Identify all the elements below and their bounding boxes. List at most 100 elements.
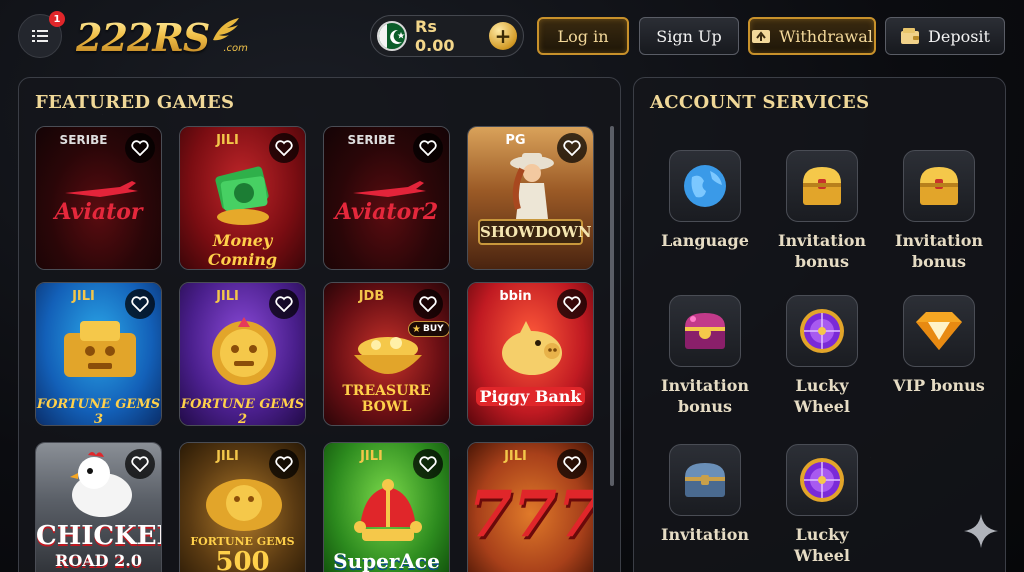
- service-lucky-wheel[interactable]: Lucky Wheel: [772, 444, 872, 566]
- service-label: Language: [661, 231, 749, 250]
- login-button[interactable]: Log in: [537, 17, 629, 55]
- service-label: Invitation bonus: [894, 231, 984, 271]
- globe-icon: [684, 165, 726, 207]
- favorite-button[interactable]: [413, 133, 443, 163]
- service-invitation-bonus[interactable]: Invitation bonus: [772, 150, 872, 272]
- top-bar: 1 222RS .com Rs 0.00 + Log in Sign Up Wi…: [0, 0, 1024, 72]
- deposit-label: Deposit: [928, 26, 990, 46]
- service-tile: [903, 150, 975, 222]
- signup-label: Sign Up: [656, 26, 722, 46]
- heart-icon: [563, 140, 581, 156]
- gift-chest-icon: [685, 313, 725, 349]
- game-card-fortune-gems-500[interactable]: JILI FORTUNE GEMS 500: [179, 442, 306, 572]
- wing-logo-icon: [213, 18, 240, 41]
- favorite-button[interactable]: [557, 449, 587, 479]
- star-icon: ★: [412, 323, 421, 335]
- heart-icon: [419, 456, 437, 472]
- notification-badge: 1: [49, 11, 65, 27]
- game-card-aviator2[interactable]: SERIBE Aviator2: [323, 126, 450, 270]
- deposit-button[interactable]: Deposit: [885, 17, 1005, 55]
- signup-button[interactable]: Sign Up: [639, 17, 739, 55]
- menu-button[interactable]: 1: [18, 11, 65, 58]
- favorite-button[interactable]: [413, 449, 443, 479]
- chest-icon: [685, 463, 725, 497]
- treasure-chest-icon: [920, 167, 958, 205]
- logo-text: 222RS: [76, 15, 210, 60]
- game-title: Money Coming: [207, 231, 278, 269]
- favorite-button[interactable]: [413, 289, 443, 319]
- game-card-piggy-bank[interactable]: bbin Piggy Bank: [467, 282, 594, 426]
- withdrawal-button[interactable]: Withdrawal: [748, 17, 876, 55]
- golden-idol-icon: [212, 317, 276, 385]
- piggy-icon: [502, 321, 562, 375]
- heart-icon: [131, 456, 149, 472]
- treasure-bowl-icon: [354, 337, 422, 374]
- game-title: SHOWDOWN: [478, 219, 592, 245]
- service-tile: [786, 444, 858, 516]
- favorite-button[interactable]: [269, 289, 299, 319]
- jester-hat-icon: [354, 479, 422, 541]
- pakistan-flag-icon: [377, 21, 407, 51]
- game-title: SuperAce: [333, 549, 440, 572]
- service-invitation-bonus[interactable]: Invitation bonus: [889, 150, 989, 272]
- balance-amount: Rs 0.00: [415, 17, 455, 55]
- service-label: Lucky Wheel: [793, 525, 851, 565]
- game-title: Piggy Bank: [476, 387, 585, 406]
- service-tile: [669, 444, 741, 516]
- game-card-chicken-road[interactable]: CHICKEN ROAD 2.0: [35, 442, 162, 572]
- favorite-button[interactable]: [269, 449, 299, 479]
- heart-icon: [131, 140, 149, 156]
- golden-idol-icon: [206, 479, 282, 531]
- favorite-button[interactable]: [557, 133, 587, 163]
- featured-games-title: FEATURED GAMES: [35, 92, 235, 113]
- favorite-button[interactable]: [557, 289, 587, 319]
- game-card-aviator[interactable]: SERIBE Aviator: [35, 126, 162, 270]
- treasure-chest-icon: [803, 167, 841, 205]
- game-subtitle: 500: [215, 547, 270, 572]
- service-label: Invitation bonus: [777, 231, 867, 271]
- games-scrollbar[interactable]: [610, 126, 614, 486]
- game-card-treasure-bowl[interactable]: JDB ★ BUY TREASURE BOWL: [323, 282, 450, 426]
- service-tile: [669, 150, 741, 222]
- wallet-icon: [901, 28, 920, 44]
- game-card-showdown[interactable]: PG SHOWDOWN: [467, 126, 594, 270]
- game-title: FORTUNE GEMS 3: [36, 397, 161, 426]
- plus-icon: +: [494, 24, 512, 48]
- logo-domain: .com: [223, 43, 248, 54]
- golden-idol-icon: [64, 321, 136, 377]
- hamburger-menu-icon: [32, 30, 48, 42]
- service-invitation[interactable]: Invitation: [655, 444, 755, 545]
- favorite-button[interactable]: [125, 133, 155, 163]
- favorite-button[interactable]: [269, 133, 299, 163]
- favorite-button[interactable]: [125, 289, 155, 319]
- game-title: CHICKEN: [36, 521, 161, 551]
- featured-games-panel: FEATURED GAMES SERIBE Aviator JILI Money: [18, 77, 621, 572]
- withdrawal-icon: [752, 30, 771, 43]
- game-card-money-coming[interactable]: JILI Money Coming: [179, 126, 306, 270]
- service-label: Lucky Wheel: [793, 376, 851, 416]
- service-label: Invitation bonus: [660, 376, 750, 416]
- service-invitation-bonus[interactable]: Invitation bonus: [655, 295, 755, 417]
- game-card-fortune-gems-3[interactable]: JILI FORTUNE GEMS 3: [35, 282, 162, 426]
- service-vip-bonus[interactable]: VIP bonus: [889, 295, 989, 396]
- cowgirl-icon: [510, 153, 554, 219]
- site-logo[interactable]: 222RS .com: [76, 10, 248, 60]
- service-lucky-wheel[interactable]: Lucky Wheel: [772, 295, 872, 417]
- wheel-icon: [800, 458, 844, 502]
- game-title: FORTUNE GEMS 2: [180, 397, 305, 426]
- service-tile: [669, 295, 741, 367]
- sparkle-icon: [964, 514, 998, 548]
- heart-icon: [275, 456, 293, 472]
- account-services-title: ACCOUNT SERVICES: [650, 92, 870, 113]
- game-subtitle: ROAD 2.0: [55, 551, 142, 570]
- service-language[interactable]: Language: [655, 150, 755, 251]
- game-card-superace[interactable]: JILI SuperAce: [323, 442, 450, 572]
- heart-icon: [131, 296, 149, 312]
- heart-icon: [275, 296, 293, 312]
- favorite-button[interactable]: [125, 449, 155, 479]
- add-funds-button[interactable]: +: [489, 22, 517, 50]
- game-card-fortune-gems-2[interactable]: JILI FORTUNE GEMS 2: [179, 282, 306, 426]
- game-title: Aviator: [54, 199, 143, 225]
- game-card-777[interactable]: JILI 777: [467, 442, 594, 572]
- game-title: TREASURE BOWL: [342, 383, 431, 415]
